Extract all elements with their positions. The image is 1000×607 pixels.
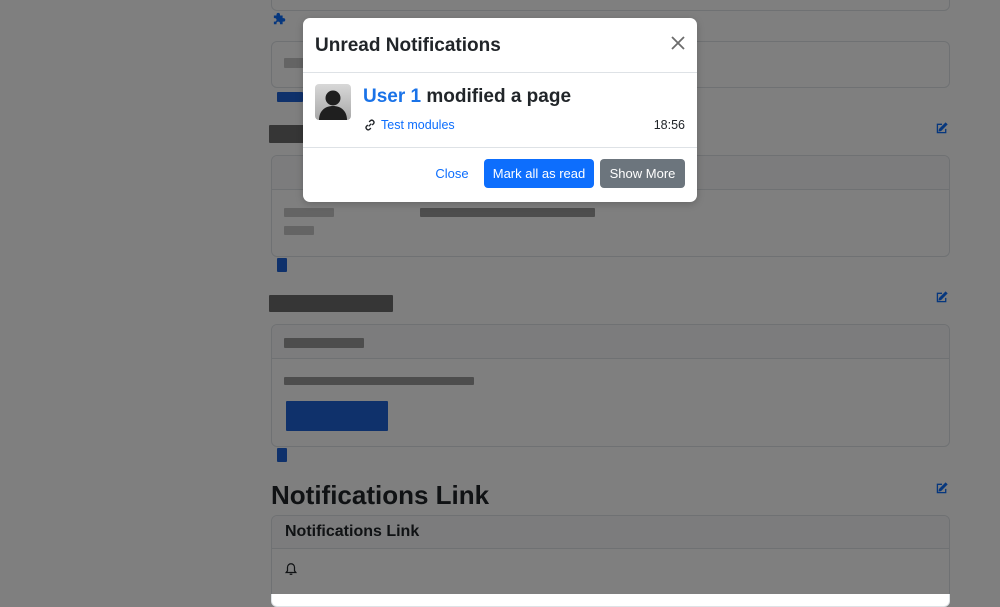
link-icon xyxy=(365,119,375,131)
notifications-modal: Unread Notifications User 1 modified a p… xyxy=(303,18,697,202)
modal-footer: Close Mark all as read Show More xyxy=(303,148,697,202)
notification-time: 18:56 xyxy=(653,118,685,132)
close-button[interactable]: Close xyxy=(429,159,475,188)
notification-text: User 1 modified a page xyxy=(363,86,571,108)
notification-action: modified a page xyxy=(421,86,572,107)
show-more-button[interactable]: Show More xyxy=(600,159,685,188)
notification-page-link[interactable]: Test modules xyxy=(363,118,455,132)
modal-body: User 1 modified a page Test modules 18:5… xyxy=(303,73,697,148)
notification-user-link[interactable]: User 1 xyxy=(363,86,421,107)
user-silhouette-icon xyxy=(319,90,347,120)
mark-all-read-button[interactable]: Mark all as read xyxy=(484,159,594,188)
modal-title: Unread Notifications xyxy=(315,35,501,56)
modal-header: Unread Notifications xyxy=(303,18,697,73)
close-icon[interactable] xyxy=(669,34,687,52)
avatar xyxy=(315,84,351,120)
notification-page-link-label: Test modules xyxy=(381,118,455,132)
